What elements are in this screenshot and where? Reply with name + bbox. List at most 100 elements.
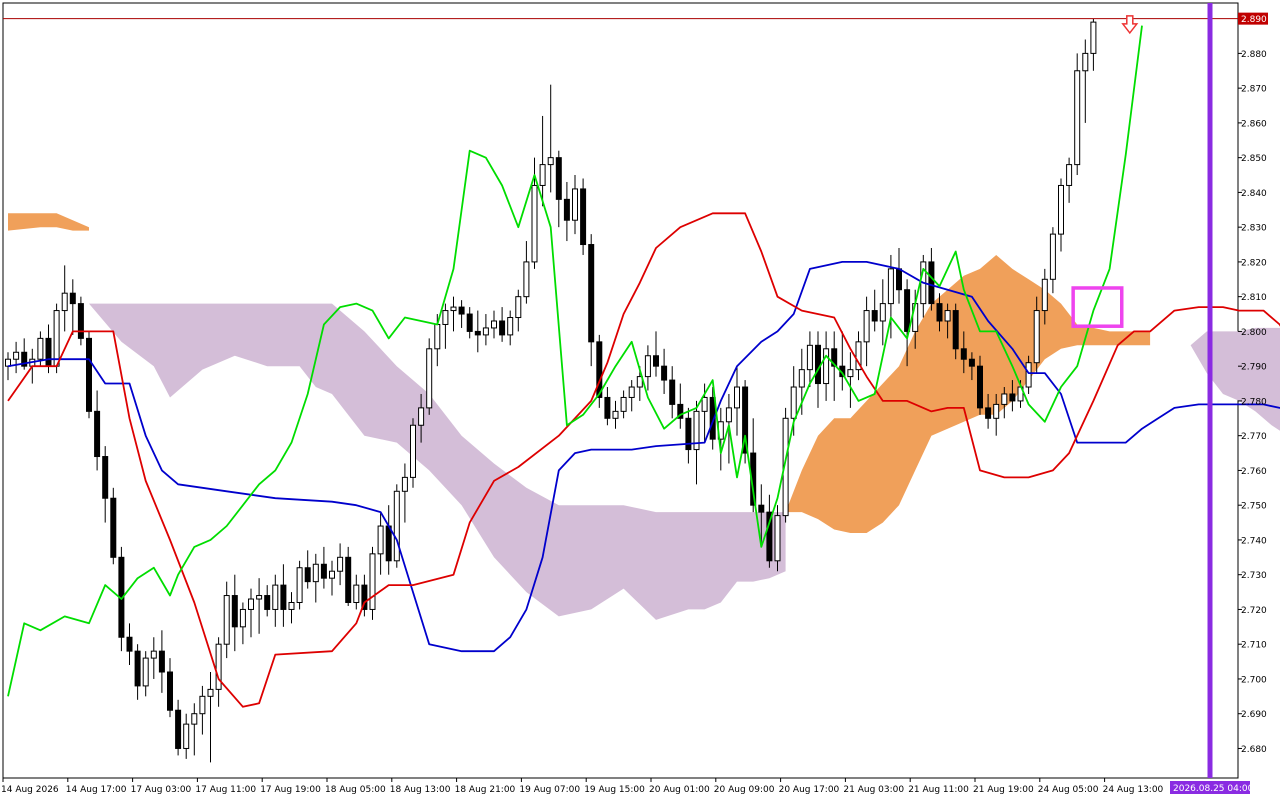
candle-body bbox=[231, 595, 238, 628]
candle-body bbox=[426, 348, 433, 409]
y-tick-label: 2.710 bbox=[1241, 641, 1267, 651]
candle-body bbox=[53, 310, 60, 367]
candle-body bbox=[401, 476, 408, 492]
time-axis: 14 Aug 2026 14 Aug 17:00 17 Aug 03:00 17 Au… bbox=[1, 778, 1254, 795]
y-tick-label: 2.770 bbox=[1241, 432, 1267, 442]
candle-body bbox=[904, 289, 911, 332]
candle-body bbox=[774, 515, 781, 562]
candle-body bbox=[531, 184, 538, 263]
candle-body bbox=[669, 379, 676, 405]
candle-body bbox=[450, 306, 457, 312]
y-tick-label: 2.810 bbox=[1241, 293, 1267, 303]
candle-body bbox=[555, 157, 562, 200]
candle-body bbox=[977, 365, 983, 409]
candle-body bbox=[280, 584, 287, 610]
candle-body bbox=[474, 330, 481, 336]
candle-body bbox=[515, 296, 522, 319]
candle-body bbox=[256, 595, 263, 600]
y-tick-label: 2.800 bbox=[1241, 328, 1267, 338]
candle-body bbox=[69, 292, 76, 305]
candle-body bbox=[458, 306, 465, 315]
time-marker-label: 2026.08.25 04:00 bbox=[1173, 784, 1254, 794]
candle-body bbox=[102, 456, 109, 499]
candle-body bbox=[199, 695, 206, 715]
ichimoku-chart[interactable]: 2.880 2.870 2.860 2.850 2.840 2.830 2.820 2.810… bbox=[0, 0, 1280, 800]
candle-body bbox=[150, 650, 157, 659]
candle-body bbox=[45, 337, 52, 367]
candle-body bbox=[871, 310, 878, 322]
candle-body bbox=[539, 164, 546, 186]
candle-body bbox=[790, 386, 797, 419]
candle-body bbox=[61, 292, 68, 312]
candle-body bbox=[77, 303, 84, 339]
x-tick-label: 17 Aug 19:00 bbox=[260, 785, 321, 795]
candle-body bbox=[523, 261, 530, 298]
candle-body bbox=[353, 584, 360, 603]
candle-body bbox=[207, 688, 214, 697]
candle-body bbox=[442, 310, 449, 325]
candle-body bbox=[377, 525, 384, 555]
candle-body bbox=[175, 709, 182, 749]
x-tick-label: 14 Aug 2026 bbox=[1, 785, 59, 795]
y-tick-label: 2.790 bbox=[1241, 363, 1267, 373]
x-tick-label: 21 Aug 03:00 bbox=[843, 785, 904, 795]
candle-body bbox=[547, 157, 554, 166]
candle-body bbox=[239, 608, 246, 628]
candle-body bbox=[37, 337, 44, 360]
y-tick-label: 2.700 bbox=[1241, 675, 1267, 685]
chart-frame bbox=[2, 2, 1239, 779]
candle-body bbox=[142, 657, 149, 687]
x-tick-label: 19 Aug 07:00 bbox=[519, 785, 580, 795]
candle-body bbox=[264, 595, 271, 610]
candle-body bbox=[1049, 233, 1056, 280]
candle-body bbox=[1009, 393, 1016, 402]
candle-body bbox=[110, 497, 117, 558]
candle-body bbox=[993, 403, 1000, 419]
candle-body bbox=[13, 351, 20, 360]
candle-body bbox=[653, 355, 659, 367]
candle-body bbox=[798, 369, 805, 388]
candle-body bbox=[86, 337, 92, 412]
y-tick-label: 2.730 bbox=[1241, 571, 1267, 581]
candle-body bbox=[434, 323, 441, 350]
y-tick-label: 2.850 bbox=[1241, 154, 1267, 164]
candle-body bbox=[725, 407, 732, 423]
candle-body bbox=[482, 327, 489, 336]
candle-body bbox=[126, 636, 133, 652]
candle-body bbox=[960, 348, 967, 360]
candle-body bbox=[191, 713, 198, 725]
candle-body bbox=[304, 567, 311, 583]
x-tick-label: 21 Aug 19:00 bbox=[973, 785, 1034, 795]
candle-body bbox=[134, 650, 141, 687]
y-tick-label: 2.840 bbox=[1241, 189, 1267, 199]
x-tick-label: 20 Aug 17:00 bbox=[779, 785, 840, 795]
x-tick-label: 19 Aug 15:00 bbox=[584, 785, 645, 795]
y-tick-label: 2.780 bbox=[1241, 397, 1267, 407]
y-tick-label: 2.750 bbox=[1241, 502, 1267, 512]
x-tick-label: 17 Aug 11:00 bbox=[195, 785, 256, 795]
candle-body bbox=[167, 671, 173, 711]
y-tick-label: 2.680 bbox=[1241, 745, 1267, 755]
candle-body bbox=[1041, 278, 1048, 312]
candle-body bbox=[863, 310, 870, 343]
candle-body bbox=[588, 244, 595, 343]
candle-body bbox=[393, 490, 400, 562]
x-tick-label: 20 Aug 09:00 bbox=[714, 785, 775, 795]
candle-body bbox=[758, 504, 765, 513]
x-tick-label: 21 Aug 11:00 bbox=[908, 785, 969, 795]
candle-body bbox=[345, 556, 352, 603]
candle-body bbox=[248, 598, 254, 610]
x-tick-label: 17 Aug 03:00 bbox=[131, 785, 192, 795]
candle-body bbox=[1033, 310, 1040, 364]
candle-body bbox=[968, 358, 975, 367]
y-tick-label: 2.870 bbox=[1241, 85, 1267, 95]
candle-body bbox=[563, 198, 570, 221]
candle-body bbox=[312, 563, 319, 583]
y-tick-label: 2.740 bbox=[1241, 536, 1267, 546]
candle-body bbox=[952, 310, 959, 350]
candle-body bbox=[94, 410, 101, 458]
candle-body bbox=[1090, 21, 1097, 54]
y-tick-label: 2.880 bbox=[1241, 50, 1267, 60]
y-tick-label: 2.860 bbox=[1241, 119, 1267, 129]
candle-body bbox=[410, 424, 416, 478]
